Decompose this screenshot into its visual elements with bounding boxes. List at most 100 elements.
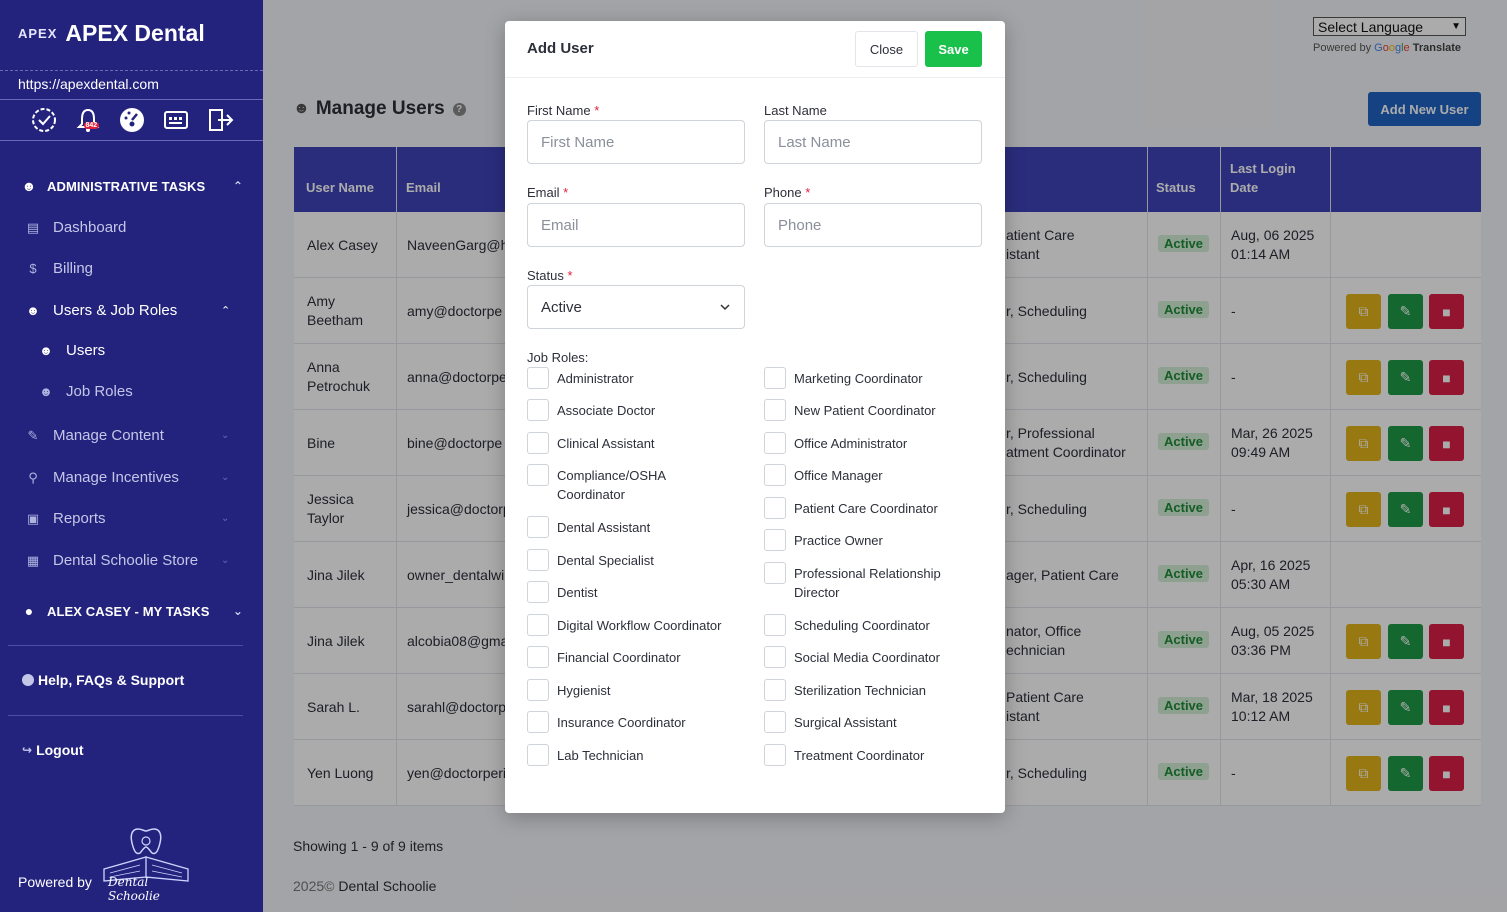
dashboard-gauge-icon[interactable]: [117, 105, 147, 135]
activity-icon[interactable]: [29, 105, 59, 135]
job-role-checkbox[interactable]: Dentist: [527, 581, 732, 603]
sidebar-item-users[interactable]: ☻ Users: [38, 342, 105, 359]
checkbox-box[interactable]: [527, 614, 549, 636]
status-select[interactable]: Active: [527, 285, 745, 329]
checkbox-box[interactable]: [527, 516, 549, 538]
checkbox-box[interactable]: [764, 744, 786, 766]
sidebar-item-label: Users & Job Roles: [53, 302, 178, 319]
checkbox-box[interactable]: [527, 367, 549, 389]
modal-header: Add User Close Save: [505, 21, 1005, 78]
checkbox-box[interactable]: [764, 679, 786, 701]
job-role-checkbox[interactable]: Marketing Coordinator: [764, 367, 969, 389]
site-url[interactable]: https://apexdental.com: [0, 70, 263, 100]
checkbox-box[interactable]: [764, 529, 786, 551]
brand-name: APEX Dental: [65, 19, 205, 46]
school-logo-text: Dental Schoolie: [108, 875, 160, 903]
sidebar-item-job-roles[interactable]: ☻ Job Roles: [38, 383, 133, 400]
sidebar-item-dashboard[interactable]: ▤ Dashboard: [25, 219, 127, 236]
label-text: Phone: [764, 185, 802, 200]
apex-logo-icon: APEX: [18, 25, 58, 41]
job-role-checkbox[interactable]: Associate Doctor: [527, 399, 732, 421]
sign-out-icon[interactable]: [205, 105, 235, 135]
job-role-checkbox[interactable]: New Patient Coordinator: [764, 399, 969, 421]
job-role-checkbox[interactable]: Lab Technician: [527, 744, 732, 766]
checkbox-box[interactable]: [764, 711, 786, 733]
checkbox-box[interactable]: [527, 464, 549, 486]
sidebar-item-manage-incentives[interactable]: ⚲ Manage Incentives ⌄: [25, 469, 229, 486]
checkbox-box[interactable]: [764, 562, 786, 584]
checkbox-box[interactable]: [527, 399, 549, 421]
job-role-checkbox[interactable]: Dental Assistant: [527, 516, 732, 538]
job-role-checkbox[interactable]: Hygienist: [527, 679, 732, 701]
phone-input[interactable]: [764, 203, 982, 247]
job-role-checkbox[interactable]: Administrator: [527, 367, 732, 389]
powered-by-label: Powered by: [18, 874, 92, 890]
job-role-checkbox[interactable]: Financial Coordinator: [527, 646, 732, 668]
job-role-checkbox[interactable]: Office Manager: [764, 464, 969, 486]
checkbox-box[interactable]: [527, 711, 549, 733]
chevron-down-icon: [720, 304, 730, 311]
users-icon: ☻: [39, 343, 53, 358]
job-role-checkbox[interactable]: Practice Owner: [764, 529, 969, 551]
checkbox-box[interactable]: [527, 744, 549, 766]
checkbox-box[interactable]: [764, 432, 786, 454]
checkbox-box[interactable]: [527, 432, 549, 454]
chevron-down-icon: ⌄: [221, 430, 230, 441]
email-input[interactable]: [527, 203, 745, 247]
job-role-checkbox[interactable]: Office Administrator: [764, 432, 969, 454]
sidebar-item-billing[interactable]: $ Billing: [25, 260, 93, 277]
store-icon: ▦: [26, 552, 40, 568]
checkbox-box[interactable]: [527, 549, 549, 571]
job-role-checkbox[interactable]: Social Media Coordinator: [764, 646, 969, 668]
job-role-label: Practice Owner: [794, 533, 883, 548]
sidebar-item-reports[interactable]: ▣ Reports ⌄: [25, 510, 230, 527]
checkbox-box[interactable]: [764, 497, 786, 519]
job-role-label: Compliance/OSHA Coordinator: [557, 468, 666, 502]
job-role-checkbox[interactable]: Dental Specialist: [527, 549, 732, 571]
job-role-label: Dentist: [557, 585, 598, 600]
email-label: Email *: [527, 185, 568, 200]
close-button[interactable]: Close: [855, 31, 918, 67]
sidebar-item-manage-content[interactable]: ✎ Manage Content ⌄: [25, 427, 230, 444]
label-text: Email: [527, 185, 560, 200]
checkbox-box[interactable]: [764, 464, 786, 486]
checkbox-box[interactable]: [527, 679, 549, 701]
checkbox-box[interactable]: [764, 646, 786, 668]
id-card-icon[interactable]: [161, 105, 191, 135]
first-name-input[interactable]: [527, 120, 745, 164]
section-administrative-tasks[interactable]: ☻ ADMINISTRATIVE TASKS ⌃: [20, 178, 243, 194]
job-role-checkbox[interactable]: Compliance/OSHA Coordinator: [527, 464, 732, 504]
job-role-checkbox[interactable]: Digital Workflow Coordinator: [527, 614, 732, 636]
sidebar-item-logout[interactable]: ↪ Logout: [22, 742, 83, 758]
sidebar-item-label: Dashboard: [53, 219, 127, 236]
checkbox-box[interactable]: [764, 367, 786, 389]
save-button[interactable]: Save: [925, 31, 982, 67]
status-label: Status *: [527, 268, 573, 283]
job-role-checkbox[interactable]: Surgical Assistant: [764, 711, 969, 733]
job-role-checkbox[interactable]: Treatment Coordinator: [764, 744, 969, 766]
required-mark: *: [594, 103, 600, 118]
phone-label: Phone *: [764, 185, 810, 200]
top-icon-bar: 842: [0, 100, 263, 141]
job-role-label: Administrator: [557, 371, 634, 386]
job-role-checkbox[interactable]: Insurance Coordinator: [527, 711, 732, 733]
checkbox-box[interactable]: [527, 581, 549, 603]
section-my-tasks[interactable]: ● ALEX CASEY - MY TASKS ⌄: [20, 603, 243, 619]
job-role-checkbox[interactable]: Sterilization Technician: [764, 679, 969, 701]
last-name-input[interactable]: [764, 120, 982, 164]
sidebar-item-store[interactable]: ▦ Dental Schoolie Store ⌄: [25, 552, 230, 569]
sidebar-item-users-job-roles[interactable]: ☻ Users & Job Roles ⌃: [25, 302, 230, 319]
job-role-checkbox[interactable]: Professional Relationship Director: [764, 562, 969, 602]
checkbox-box[interactable]: [527, 646, 549, 668]
modal-title: Add User: [527, 40, 594, 57]
bell-icon[interactable]: 842: [73, 105, 103, 135]
checkbox-box[interactable]: [764, 614, 786, 636]
brand[interactable]: APEX APEX Dental: [18, 18, 205, 48]
job-role-checkbox[interactable]: Clinical Assistant: [527, 432, 732, 454]
edit-document-icon: ✎: [27, 427, 39, 443]
sidebar-item-help[interactable]: Help, FAQs & Support: [22, 672, 184, 688]
job-role-checkbox[interactable]: Patient Care Coordinator: [764, 497, 969, 519]
job-role-checkbox[interactable]: Scheduling Coordinator: [764, 614, 969, 636]
chevron-up-icon: ⌃: [221, 305, 231, 317]
checkbox-box[interactable]: [764, 399, 786, 421]
